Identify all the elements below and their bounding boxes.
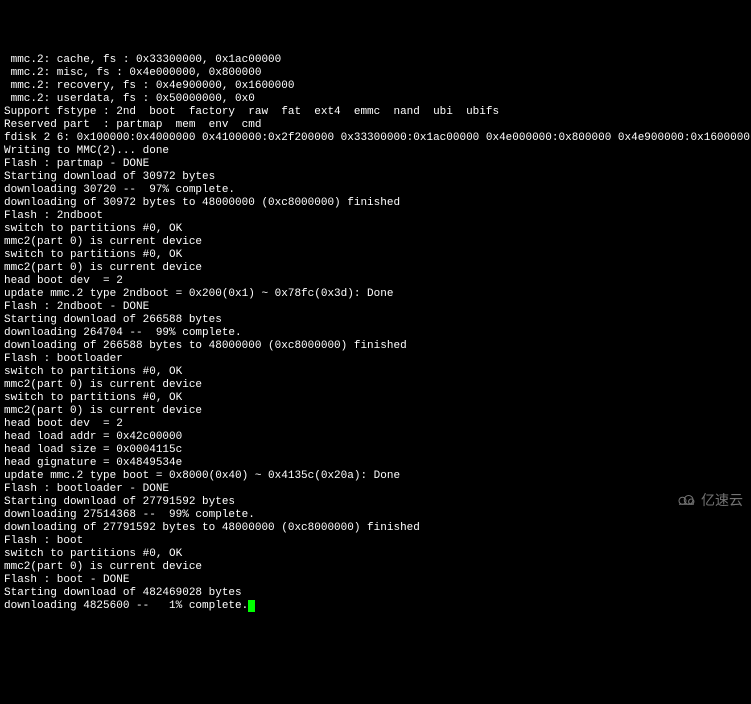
terminal-line: downloading 27514368 -- 99% complete. (4, 509, 747, 522)
terminal-line: Reserved part : partmap mem env cmd (4, 119, 747, 132)
terminal-line: mmc2(part 0) is current device (4, 405, 747, 418)
terminal-line: switch to partitions #0, OK (4, 249, 747, 262)
terminal-line: Flash : bootloader - DONE (4, 483, 747, 496)
terminal-line: Starting download of 482469028 bytes (4, 587, 747, 600)
terminal-line: Starting download of 27791592 bytes (4, 496, 747, 509)
terminal-line: Flash : partmap - DONE (4, 158, 747, 171)
terminal-line: mmc.2: recovery, fs : 0x4e900000, 0x1600… (4, 80, 747, 93)
watermark-text: 亿速云 (701, 494, 743, 507)
terminal-line: downloading of 30972 bytes to 48000000 (… (4, 197, 747, 210)
terminal-line: downloading 264704 -- 99% complete. (4, 327, 747, 340)
terminal-line: Support fstype : 2nd boot factory raw fa… (4, 106, 747, 119)
terminal-cursor (248, 600, 255, 612)
terminal-line: head boot dev = 2 (4, 418, 747, 431)
terminal-line: head load addr = 0x42c00000 (4, 431, 747, 444)
terminal-line: downloading of 266588 bytes to 48000000 … (4, 340, 747, 353)
terminal-line: fdisk 2 6: 0x100000:0x4000000 0x4100000:… (4, 132, 747, 145)
watermark-logo: 亿速云 (659, 479, 743, 521)
terminal-line: mmc.2: cache, fs : 0x33300000, 0x1ac0000… (4, 54, 747, 67)
terminal-line: switch to partitions #0, OK (4, 366, 747, 379)
terminal-line: head load size = 0x0004115c (4, 444, 747, 457)
terminal-line: mmc2(part 0) is current device (4, 379, 747, 392)
terminal-line: update mmc.2 type boot = 0x8000(0x40) ~ … (4, 470, 747, 483)
terminal-line: mmc2(part 0) is current device (4, 262, 747, 275)
terminal-line: Starting download of 30972 bytes (4, 171, 747, 184)
terminal-line: head boot dev = 2 (4, 275, 747, 288)
cloud-icon (659, 479, 697, 521)
terminal-line: Starting download of 266588 bytes (4, 314, 747, 327)
terminal-line: downloading 4825600 -- 1% complete. (4, 600, 747, 613)
terminal-line: Flash : bootloader (4, 353, 747, 366)
terminal-line: Writing to MMC(2)... done (4, 145, 747, 158)
terminal-line: switch to partitions #0, OK (4, 392, 747, 405)
terminal-line: head gignature = 0x4849534e (4, 457, 747, 470)
terminal-line: switch to partitions #0, OK (4, 223, 747, 236)
terminal-line: mmc.2: userdata, fs : 0x50000000, 0x0 (4, 93, 747, 106)
terminal-line: downloading of 27791592 bytes to 4800000… (4, 522, 747, 535)
terminal-line: switch to partitions #0, OK (4, 548, 747, 561)
terminal-output: mmc.2: cache, fs : 0x33300000, 0x1ac0000… (4, 54, 747, 613)
terminal-line: Flash : boot - DONE (4, 574, 747, 587)
terminal-line: update mmc.2 type 2ndboot = 0x200(0x1) ~… (4, 288, 747, 301)
terminal-line: Flash : boot (4, 535, 747, 548)
terminal-line: Flash : 2ndboot (4, 210, 747, 223)
terminal-line: downloading 30720 -- 97% complete. (4, 184, 747, 197)
terminal-line: mmc2(part 0) is current device (4, 236, 747, 249)
terminal-line: Flash : 2ndboot - DONE (4, 301, 747, 314)
terminal-line: mmc2(part 0) is current device (4, 561, 747, 574)
terminal-line: mmc.2: misc, fs : 0x4e000000, 0x800000 (4, 67, 747, 80)
